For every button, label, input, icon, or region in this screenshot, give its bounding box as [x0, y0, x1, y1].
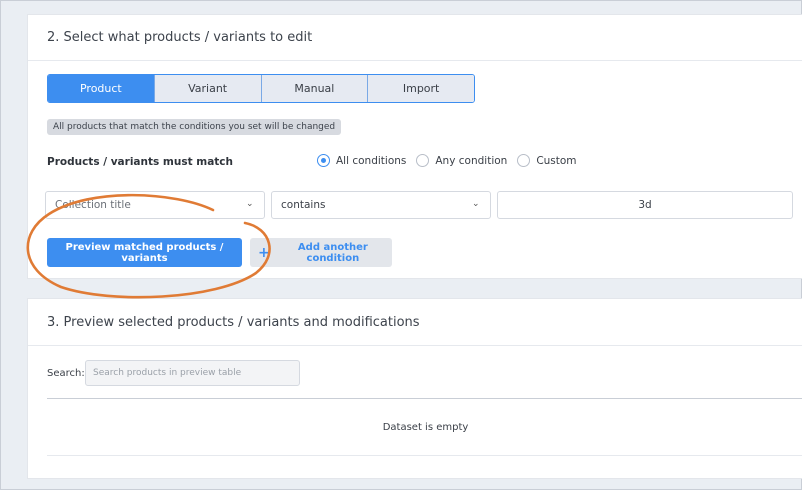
- selection-mode-tabs: Product Variant Manual Import: [47, 74, 475, 103]
- info-note: All products that match the conditions y…: [47, 119, 342, 135]
- condition-field-select[interactable]: Collection title ⌄: [45, 191, 265, 219]
- match-label: Products / variants must match: [47, 156, 233, 168]
- preview-panel: 3. Preview selected products / variants …: [27, 298, 802, 479]
- preview-matched-button[interactable]: Preview matched products / variants: [47, 238, 242, 267]
- section-title: 3. Preview selected products / variants …: [28, 299, 802, 346]
- tab-variant[interactable]: Variant: [153, 75, 261, 102]
- select-products-panel: 2. Select what products / variants to ed…: [27, 14, 802, 279]
- chevron-down-icon: ⌄: [472, 199, 480, 209]
- plus-icon: +: [258, 244, 270, 261]
- match-radio-group: All conditions Any condition Custom: [317, 154, 577, 167]
- add-condition-button[interactable]: + Add another condition: [250, 238, 392, 267]
- radio-unchecked-icon: [416, 154, 430, 167]
- radio-checked-icon: [317, 154, 330, 167]
- condition-operator-select[interactable]: contains ⌄: [271, 191, 491, 219]
- radio-label: Custom: [536, 154, 577, 167]
- tab-product[interactable]: Product: [48, 75, 154, 102]
- add-condition-label: Add another condition: [297, 241, 368, 264]
- tab-manual[interactable]: Manual: [260, 75, 368, 102]
- section-title: 2. Select what products / variants to ed…: [28, 15, 802, 61]
- radio-any-condition[interactable]: Any condition: [416, 154, 507, 167]
- search-input[interactable]: [85, 360, 300, 386]
- select-value: Collection title: [55, 199, 131, 211]
- radio-custom[interactable]: Custom: [517, 154, 577, 167]
- radio-all-conditions[interactable]: All conditions: [317, 154, 406, 167]
- chevron-down-icon: ⌄: [246, 199, 254, 209]
- radio-label: Any condition: [435, 154, 508, 167]
- search-label: Search:: [47, 368, 85, 379]
- select-value: contains: [281, 199, 326, 211]
- table-divider: [47, 455, 802, 456]
- radio-label: All conditions: [336, 154, 407, 167]
- condition-value-input[interactable]: [497, 191, 793, 219]
- empty-state-text: Dataset is empty: [382, 421, 469, 433]
- tab-import[interactable]: Import: [367, 75, 474, 102]
- radio-unchecked-icon: [517, 154, 531, 167]
- window-frame: 2. Select what products / variants to ed…: [0, 0, 802, 490]
